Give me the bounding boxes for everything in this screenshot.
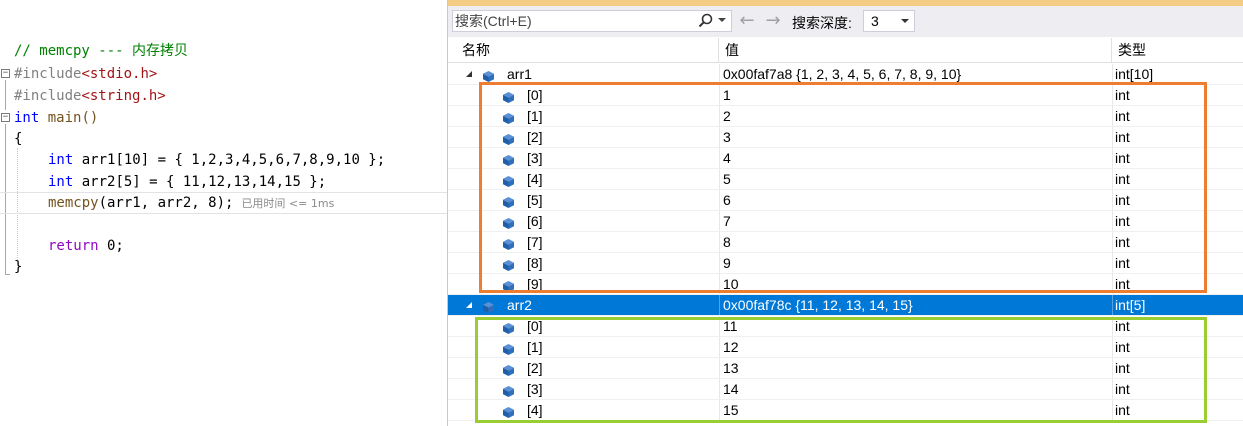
include-file: <stdio.h> [81,66,158,82]
brace: { [14,131,23,147]
collapse-icon[interactable]: − [1,69,10,78]
variable-icon [482,68,495,82]
perf-tip[interactable]: 已用时间 <= 1ms [241,197,334,210]
arr1-highlight-box [479,82,1207,293]
collapse-icon[interactable]: − [1,113,10,122]
code-line-memcpy-current[interactable]: memcpy(arr1, arr2, 8); 已用时间 <= 1ms [0,192,447,214]
watch-grid-header: 名称 值 类型 [448,38,1243,63]
preprocessor-directive: #include [14,88,82,104]
search-depth-label: 搜索深度: [792,15,852,31]
column-divider [719,295,720,316]
declaration: arr1[10] = { 1,2,3,4,5,6,7,8,9,10 }; [73,152,386,168]
search-depth-select[interactable]: 3 [863,10,915,32]
code-line-decl-arr1: int arr1[10] = { 1,2,3,4,5,6,7,8,9,10 }; [0,149,447,171]
keyword: int [14,110,40,126]
watch-row-variable[interactable]: arr2 0x00faf78c {11, 12, 13, 14, 15} int[5… [448,295,1243,316]
preprocessor-directive: #include [14,66,82,82]
search-forward-arrow-icon[interactable]: → [762,12,784,30]
include-file: <string.h> [81,88,166,104]
code-line-open-brace: { [0,128,447,150]
expand-triangle-icon[interactable] [466,71,472,77]
search-back-arrow-icon[interactable]: ← [736,12,758,30]
keyword: return [48,238,99,254]
code-line-close-brace: } [0,256,447,278]
return-value: 0; [98,238,124,254]
column-header-name[interactable]: 名称 [456,38,719,62]
function-signature: main() [39,110,99,126]
keyword: int [48,174,74,190]
keyword: int [48,152,74,168]
code-line-comment: // memcpy --- 内存拷贝 [0,40,447,62]
watch-window: ← → 搜索深度: 3 名称 值 类型 arr10x00faf7a8 {1, 2… [447,0,1243,426]
call-args: (arr1, arr2, 8); [98,195,234,211]
code-line-include-string: #include<string.h> [0,85,447,107]
watch-toolbar: ← → 搜索深度: 3 [448,6,1243,37]
code-line-return: return 0; [0,235,447,257]
code-line-include-stdio: − #include<stdio.h> [0,63,447,85]
arr2-highlight-box [475,317,1207,423]
expand-triangle-icon[interactable] [466,302,472,308]
chevron-down-icon[interactable] [718,18,726,22]
search-input[interactable] [455,12,685,30]
function-name: memcpy [48,195,99,211]
chevron-down-icon[interactable] [901,19,909,23]
code-comment: // memcpy --- 内存拷贝 [14,43,189,59]
code-editor[interactable]: // memcpy --- 内存拷贝 − #include<stdio.h> #… [0,0,447,426]
cell-name: arr2 [507,297,532,313]
cell-value[interactable]: 0x00faf78c {11, 12, 13, 14, 15} [723,295,1108,316]
code-line-decl-arr2: int arr2[5] = { 11,12,13,14,15 }; [0,171,447,193]
column-divider [1112,295,1113,316]
search-box[interactable] [452,10,732,32]
brace: } [14,259,23,275]
code-line-main: − int main() [0,107,447,129]
column-header-type[interactable]: 类型 [1112,38,1243,62]
column-header-value[interactable]: 值 [719,38,1112,62]
declaration: arr2[5] = { 11,12,13,14,15 }; [73,174,327,190]
search-icon[interactable] [697,12,715,30]
variable-icon [482,299,495,313]
cell-type: int[5] [1115,297,1146,313]
search-depth-value: 3 [871,13,879,29]
